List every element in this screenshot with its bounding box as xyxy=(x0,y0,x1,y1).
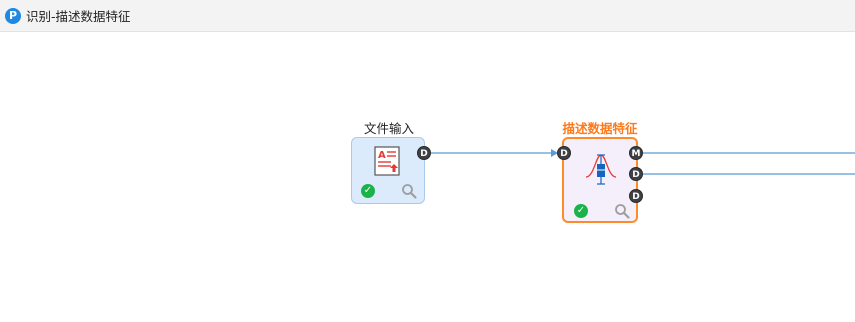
window-title: 识别-描述数据特征 xyxy=(26,9,131,24)
workflow-links xyxy=(431,149,855,175)
file-input-output-port-d[interactable]: D xyxy=(417,146,431,160)
describe-data-output-port-d1[interactable]: D xyxy=(629,167,643,181)
describe-data-node-label: 描述数据特征 xyxy=(562,121,638,136)
svg-text:A: A xyxy=(378,150,386,161)
describe-data-node[interactable]: ✓ xyxy=(562,137,638,223)
describe-data-output-port-m[interactable]: M xyxy=(629,146,643,160)
success-check-icon: ✓ xyxy=(574,204,588,218)
describe-data-input-port-d[interactable]: D xyxy=(557,146,571,160)
title-bar: P 识别-描述数据特征 xyxy=(0,0,855,32)
file-input-node-label: 文件输入 xyxy=(363,121,415,136)
magnifier-icon[interactable] xyxy=(614,203,630,219)
app-logo-icon: P xyxy=(5,7,21,24)
distribution-boxplot-icon xyxy=(585,154,617,185)
document-icon: A xyxy=(374,146,400,176)
describe-data-output-port-d2[interactable]: D xyxy=(629,189,643,203)
success-check-icon: ✓ xyxy=(361,184,375,198)
file-input-node[interactable]: A ✓ xyxy=(351,137,425,204)
magnifier-icon[interactable] xyxy=(401,183,417,199)
